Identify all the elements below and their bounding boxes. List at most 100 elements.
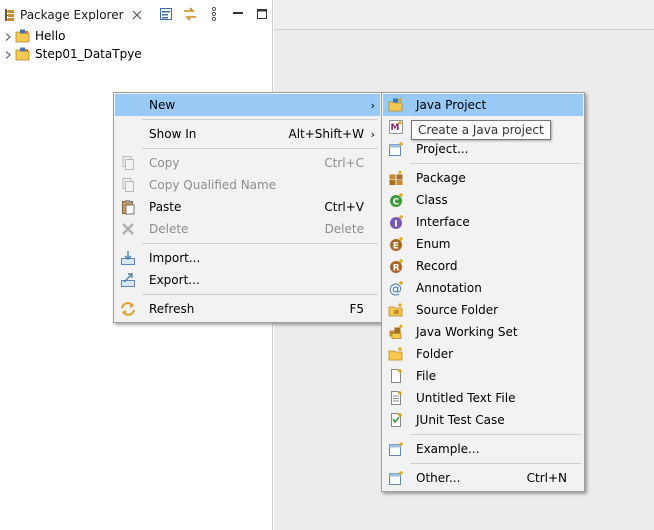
submenu-item-folder[interactable]: Folder: [383, 343, 583, 365]
maximize-icon[interactable]: [254, 6, 270, 22]
svg-text:@: @: [389, 282, 402, 296]
menu-item-shortcut: Alt+Shift+W: [288, 127, 365, 141]
menu-separator: [410, 463, 581, 464]
tree-item-label: Step01_DataTpye: [35, 47, 142, 61]
menu-item-label: Annotation: [416, 281, 482, 295]
tree-item-label: Hello: [35, 29, 66, 43]
menu-item-label: Delete: [149, 222, 189, 236]
tree-item-project[interactable]: Step01_DataTpye: [0, 45, 142, 63]
menu-item-label: New: [149, 98, 176, 112]
submenu-item-other[interactable]: Other... Ctrl+N: [383, 467, 583, 489]
view-tab-bar: Package Explorer: [0, 0, 272, 30]
submenu-arrow-icon: ›: [370, 98, 375, 112]
enum-icon: E: [388, 236, 404, 252]
menu-item-label: Record: [416, 259, 458, 273]
menu-separator: [142, 148, 378, 149]
submenu-item-project[interactable]: Project...: [383, 138, 583, 160]
java-working-set-icon: [388, 324, 404, 340]
tooltip: Create a Java project: [411, 120, 551, 140]
svg-text:R: R: [393, 264, 400, 274]
class-icon: C: [388, 192, 404, 208]
view-menu-icon[interactable]: [206, 6, 222, 22]
source-folder-icon: [388, 302, 404, 318]
chevron-right-icon[interactable]: [3, 49, 13, 59]
menu-separator: [142, 243, 378, 244]
text-file-icon: [388, 390, 404, 406]
menu-item-copy-qualified-name[interactable]: Copy Qualified Name: [115, 174, 380, 196]
tab-package-explorer[interactable]: Package Explorer: [0, 0, 143, 30]
menu-item-label: Show In: [149, 127, 197, 141]
link-with-editor-icon[interactable]: [182, 6, 198, 22]
menu-item-label: Java Working Set: [416, 325, 518, 339]
context-menu: New › Show In Alt+Shift+W › Copy Ctrl+C …: [113, 92, 382, 323]
junit-test-case-icon: [388, 412, 404, 428]
menu-item-label: Source Folder: [416, 303, 499, 317]
svg-text:E: E: [393, 242, 399, 252]
submenu-item-enum[interactable]: E Enum: [383, 233, 583, 255]
menu-item-label: Class: [416, 193, 448, 207]
svg-text:M: M: [391, 123, 400, 133]
annotation-icon: @: [388, 280, 404, 297]
menu-item-label: Copy: [149, 156, 180, 170]
interface-icon: I: [388, 214, 404, 230]
menu-item-show-in[interactable]: Show In Alt+Shift+W ›: [115, 123, 380, 145]
menu-item-shortcut: Ctrl+V: [324, 200, 364, 214]
menu-item-label: Interface: [416, 215, 470, 229]
minimize-icon[interactable]: [230, 6, 246, 22]
submenu-item-example[interactable]: Example...: [383, 438, 583, 460]
menu-item-label: JUnit Test Case: [416, 413, 505, 427]
other-wizard-icon: [388, 470, 404, 486]
menu-item-label: Example...: [416, 442, 480, 456]
menu-separator: [410, 434, 581, 435]
menu-separator: [142, 294, 378, 295]
chevron-right-icon[interactable]: [3, 31, 13, 41]
menu-item-shortcut: Ctrl+N: [526, 471, 567, 485]
svg-text:I: I: [394, 220, 397, 230]
submenu-arrow-icon: ›: [370, 127, 375, 141]
submenu-item-package[interactable]: Package: [383, 167, 583, 189]
file-icon: [388, 368, 404, 384]
menu-item-refresh[interactable]: Refresh F5: [115, 298, 380, 320]
close-icon[interactable]: [131, 9, 143, 21]
menu-item-shortcut: Delete: [324, 222, 364, 236]
menu-item-label: Package: [416, 171, 466, 185]
submenu-item-source-folder[interactable]: Source Folder: [383, 299, 583, 321]
menu-item-export[interactable]: Export...: [115, 269, 380, 291]
export-icon: [120, 272, 136, 288]
editor-tab-bar: [274, 0, 654, 30]
menu-item-import[interactable]: Import...: [115, 247, 380, 269]
new-submenu: Java Project M Project... Package C Clas…: [381, 92, 585, 492]
menu-item-label: Refresh: [149, 302, 195, 316]
menu-item-delete[interactable]: Delete Delete: [115, 218, 380, 240]
submenu-item-java-working-set[interactable]: Java Working Set: [383, 321, 583, 343]
package-icon: [388, 170, 404, 186]
submenu-item-annotation[interactable]: @ Annotation: [383, 277, 583, 299]
maven-project-icon: M: [388, 119, 404, 135]
menu-item-label: Other...: [416, 471, 461, 485]
folder-icon: [388, 346, 404, 362]
submenu-item-junit-test-case[interactable]: JUnit Test Case: [383, 409, 583, 431]
menu-item-new[interactable]: New ›: [115, 94, 380, 116]
menu-item-paste[interactable]: Paste Ctrl+V: [115, 196, 380, 218]
menu-item-label: Untitled Text File: [416, 391, 516, 405]
copy-icon: [120, 155, 136, 171]
menu-item-shortcut: F5: [349, 302, 364, 316]
tree-item-project[interactable]: Hello: [0, 27, 142, 45]
menu-item-copy[interactable]: Copy Ctrl+C: [115, 152, 380, 174]
refresh-icon: [120, 301, 136, 317]
submenu-item-record[interactable]: R Record: [383, 255, 583, 277]
submenu-item-class[interactable]: C Class: [383, 189, 583, 211]
record-icon: R: [388, 258, 404, 274]
submenu-item-file[interactable]: File: [383, 365, 583, 387]
submenu-item-untitled-text-file[interactable]: Untitled Text File: [383, 387, 583, 409]
menu-item-label: Copy Qualified Name: [149, 178, 277, 192]
view-title: Package Explorer: [20, 7, 124, 22]
submenu-item-java-project[interactable]: Java Project: [383, 94, 583, 116]
project-tree: Hello Step01_DataTpye: [0, 27, 142, 63]
submenu-item-interface[interactable]: I Interface: [383, 211, 583, 233]
example-icon: [388, 441, 404, 457]
menu-item-label: Java Project: [416, 98, 487, 112]
paste-icon: [120, 199, 136, 215]
menu-item-label: Folder: [416, 347, 454, 361]
collapse-all-icon[interactable]: [158, 6, 174, 22]
